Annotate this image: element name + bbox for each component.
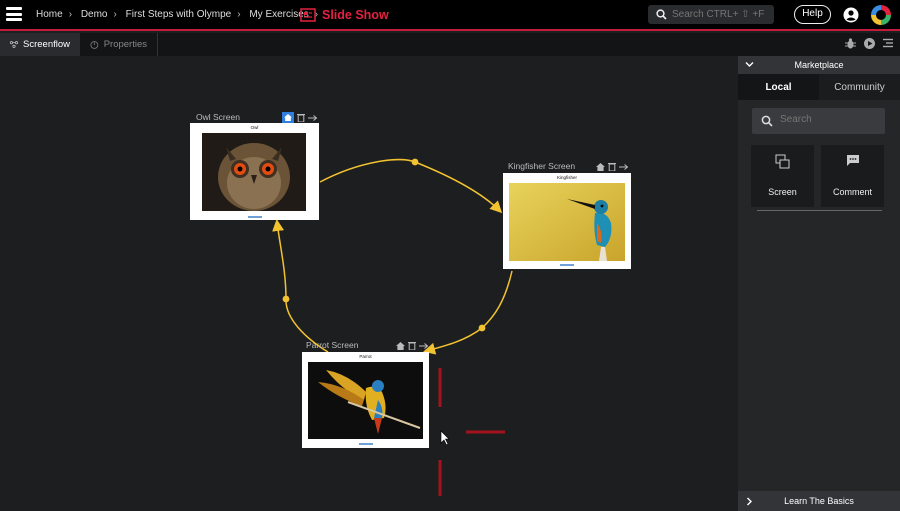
link-handle-kingfisher-parrot[interactable] bbox=[478, 324, 486, 332]
search-icon bbox=[761, 115, 773, 127]
marketplace-search-input[interactable] bbox=[780, 114, 880, 125]
top-bar: Home › Demo › First Steps with Olympe › My … bbox=[0, 0, 900, 31]
owl-screen-tools bbox=[282, 112, 317, 123]
kingfisher-photo bbox=[509, 183, 625, 261]
home-icon[interactable] bbox=[282, 112, 294, 123]
breadcrumb-project[interactable]: First Steps with Olympe bbox=[126, 9, 232, 20]
home-icon[interactable] bbox=[396, 341, 405, 350]
tab-screenflow[interactable]: Screenflow bbox=[0, 33, 80, 56]
link-kingfisher-to-parrot[interactable] bbox=[423, 270, 513, 355]
tab-community[interactable]: Community bbox=[819, 74, 900, 100]
component-comment[interactable]: Comment bbox=[821, 145, 884, 207]
tab-screenflow-label: Screenflow bbox=[23, 39, 70, 50]
screen-icon bbox=[775, 154, 789, 169]
screen-card-parrot[interactable]: Parrot bbox=[302, 352, 429, 448]
marketplace-search[interactable] bbox=[752, 108, 885, 134]
learn-basics-bar[interactable]: Learn The Basics bbox=[738, 491, 900, 511]
home-icon[interactable] bbox=[596, 162, 605, 171]
screen-caption-kingfisher: Kingfisher bbox=[556, 175, 577, 180]
tab-local[interactable]: Local bbox=[738, 74, 819, 100]
help-button[interactable]: Help bbox=[794, 5, 831, 24]
editor-toolbar bbox=[844, 37, 894, 50]
global-search-input[interactable] bbox=[672, 7, 770, 22]
link-parrot-to-owl[interactable] bbox=[272, 219, 329, 353]
learn-basics-label: Learn The Basics bbox=[784, 496, 854, 506]
link-handle-owl-kingfisher[interactable] bbox=[411, 158, 419, 166]
screen-card-owl[interactable]: Owl bbox=[190, 123, 319, 220]
arrow-right-icon[interactable] bbox=[619, 163, 628, 171]
trash-icon[interactable] bbox=[608, 162, 616, 171]
hamburger-menu-icon[interactable] bbox=[6, 7, 22, 21]
bug-icon[interactable] bbox=[844, 37, 857, 50]
global-search[interactable] bbox=[648, 5, 774, 24]
breadcrumb-demo[interactable]: Demo bbox=[81, 9, 108, 20]
screen-caption-parrot: Parrot bbox=[359, 354, 372, 359]
search-icon bbox=[656, 9, 667, 20]
screenflow-icon bbox=[10, 41, 18, 48]
divider bbox=[757, 210, 882, 211]
parrot-screen-tools bbox=[396, 341, 428, 350]
breadcrumb-home[interactable]: Home bbox=[36, 9, 63, 20]
component-screen[interactable]: Screen bbox=[751, 145, 814, 207]
trash-icon[interactable] bbox=[297, 113, 305, 122]
screen-footer-mark bbox=[358, 443, 373, 445]
comment-icon bbox=[846, 155, 859, 166]
tab-properties[interactable]: Properties bbox=[80, 33, 158, 56]
breadcrumb: Home › Demo › First Steps with Olympe › My … bbox=[36, 9, 319, 20]
screenflow-canvas[interactable]: Owl Screen Owl Kingfisher Screen Kingfis… bbox=[0, 56, 738, 511]
user-account-icon[interactable] bbox=[843, 7, 859, 23]
tab-properties-label: Properties bbox=[103, 39, 147, 50]
component-screen-label: Screen bbox=[768, 187, 797, 197]
parrot-photo bbox=[308, 362, 423, 439]
page-title: Slide Show bbox=[300, 6, 389, 24]
marketplace-tabs: Local Community bbox=[738, 74, 900, 100]
screen-name-parrot: Parrot Screen bbox=[306, 340, 359, 350]
properties-icon bbox=[90, 40, 99, 49]
marketplace-panel: Marketplace Local Community Screen Comme… bbox=[738, 56, 900, 511]
page-title-text: Slide Show bbox=[322, 8, 389, 22]
play-icon[interactable] bbox=[863, 37, 876, 50]
olympe-logo-icon[interactable] bbox=[869, 3, 893, 27]
screen-footer-mark bbox=[247, 216, 262, 218]
mouse-cursor-icon bbox=[440, 430, 450, 446]
trash-icon[interactable] bbox=[408, 341, 416, 350]
slide-show-app-icon bbox=[300, 8, 316, 22]
screen-caption-owl: Owl bbox=[250, 125, 259, 130]
list-icon[interactable] bbox=[882, 37, 894, 49]
screen-name-owl: Owl Screen bbox=[196, 112, 240, 122]
link-handle-parrot-owl[interactable] bbox=[282, 295, 290, 303]
editor-tab-bar: Screenflow Properties bbox=[0, 33, 900, 56]
arrow-right-icon[interactable] bbox=[419, 342, 428, 350]
arrow-right-icon[interactable] bbox=[308, 114, 317, 122]
screen-footer-mark bbox=[560, 264, 574, 266]
link-owl-to-kingfisher[interactable] bbox=[319, 158, 503, 214]
component-comment-label: Comment bbox=[832, 187, 872, 197]
screen-name-kingfisher: Kingfisher Screen bbox=[508, 161, 576, 171]
marketplace-title: Marketplace bbox=[794, 60, 844, 70]
marketplace-header[interactable]: Marketplace bbox=[738, 56, 900, 74]
kingfisher-screen-tools bbox=[596, 162, 628, 171]
owl-photo bbox=[202, 133, 306, 211]
screen-card-kingfisher[interactable]: Kingfisher bbox=[503, 173, 631, 269]
